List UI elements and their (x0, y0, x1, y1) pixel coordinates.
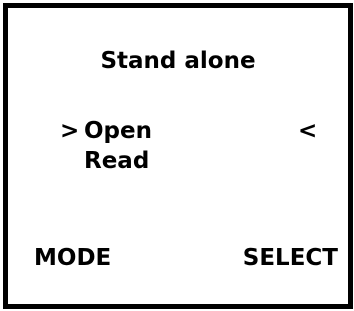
menu-item-read[interactable]: Read (84, 150, 149, 173)
selection-cursor-left-icon: > (60, 118, 80, 144)
screen-title: Stand alone (100, 48, 256, 74)
menu-item-open[interactable]: Open (84, 120, 152, 143)
selection-cursor-right-icon: < (298, 118, 318, 144)
mode-softkey[interactable]: MODE (34, 247, 111, 270)
select-softkey[interactable]: SELECT (243, 247, 338, 270)
device-display: Stand alone > Open < Read MODE SELECT (3, 3, 353, 309)
